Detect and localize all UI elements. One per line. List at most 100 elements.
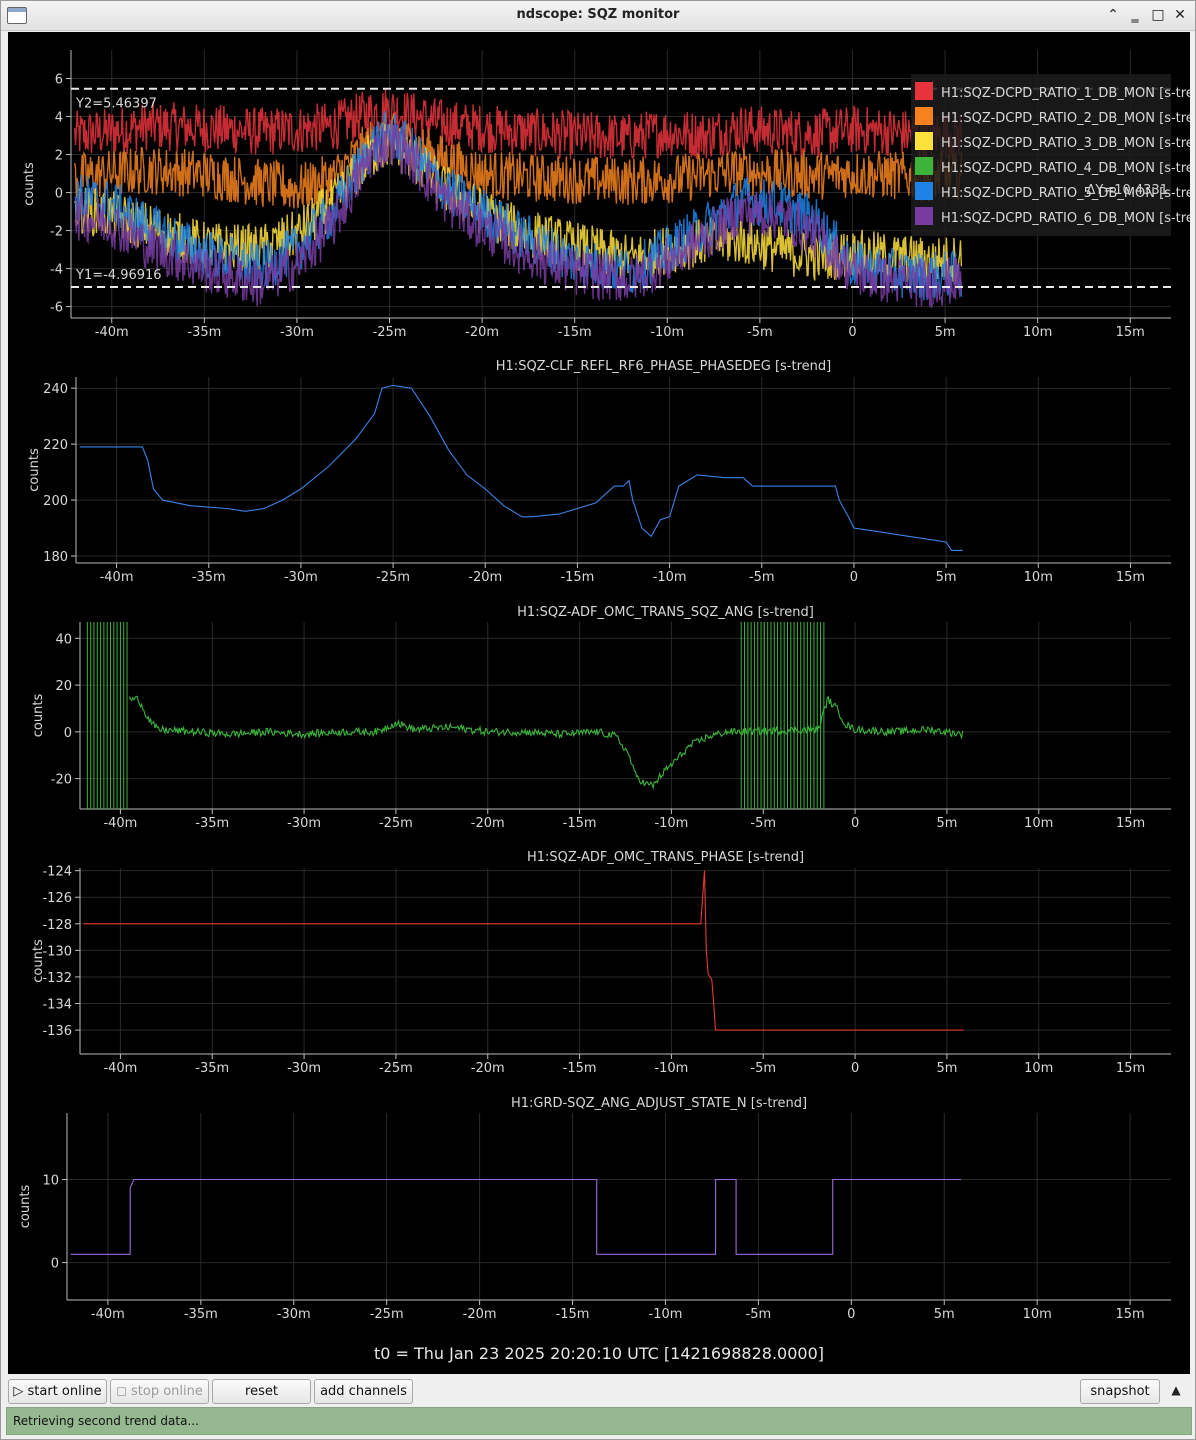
y-tick-label: -130 xyxy=(42,944,72,959)
x-tick-label: 0 xyxy=(850,570,858,585)
y-axis-label: counts xyxy=(31,939,46,983)
y-tick-label: -128 xyxy=(42,918,72,933)
stop-online-button[interactable]: ◻ stop online xyxy=(110,1379,209,1404)
x-tick-label: 10m xyxy=(1023,1307,1052,1322)
x-tick-label: 15m xyxy=(1116,1307,1145,1322)
y-axis-label: counts xyxy=(18,1185,33,1229)
x-tick-label: -40m xyxy=(95,325,129,340)
x-tick-label: -35m xyxy=(184,1307,218,1322)
plots-svg[interactable]: -40m -35m -30m -25m -20m -15m -10m -5m 0 5m 10m 15m… xyxy=(8,32,1196,1374)
x-tick-label: -5m xyxy=(746,1307,772,1322)
x-tick-label: -25m xyxy=(379,1061,413,1076)
y-tick-label: 0 xyxy=(55,187,63,202)
y-tick-label: -124 xyxy=(42,865,72,880)
x-tick-label: -20m xyxy=(471,816,505,831)
title-bar: ndscope: SQZ monitor ⌃ ‗ □ ✕ xyxy=(1,1,1195,31)
x-tick-label: -5m xyxy=(749,570,775,585)
y-tick-label: 2 xyxy=(55,149,63,164)
y-tick-label: -6 xyxy=(50,301,63,316)
y-tick-label: 0 xyxy=(64,726,72,741)
y-tick-label: 220 xyxy=(43,438,68,453)
y-tick-label: -132 xyxy=(42,971,72,986)
x-tick-label: -30m xyxy=(280,325,314,340)
x-tick-label: -35m xyxy=(192,570,226,585)
x-tick-label: 10m xyxy=(1023,325,1052,340)
x-tick-label: -40m xyxy=(103,816,137,831)
y-tick-label: -134 xyxy=(42,998,72,1013)
x-tick-label: -15m xyxy=(563,1061,597,1076)
x-tick-label: 0 xyxy=(848,325,856,340)
shade-button[interactable]: ⌃ xyxy=(1103,5,1123,25)
ndscope-window: ndscope: SQZ monitor ⌃ ‗ □ ✕ -40m -35m -30… xyxy=(0,0,1196,1440)
legend-label: H1:SQZ-DCPD_RATIO_4_DB_MON [s-trend] xyxy=(941,161,1190,176)
legend-label: H1:SQZ-DCPD_RATIO_2_DB_MON [s-trend] xyxy=(941,111,1190,126)
y-tick-label: -2 xyxy=(50,225,63,240)
window-title: ndscope: SQZ monitor xyxy=(516,7,680,22)
plot-title: H1:SQZ-ADF_OMC_TRANS_SQZ_ANG [s-trend] xyxy=(517,605,814,620)
x-tick-label: -10m xyxy=(650,325,684,340)
x-tick-label: 5m xyxy=(936,570,957,585)
x-tick-label: -5m xyxy=(750,1061,776,1076)
series-line xyxy=(70,1178,961,1255)
x-tick-label: -25m xyxy=(376,570,410,585)
y-tick-label: -136 xyxy=(42,1024,72,1039)
y-tick-label: -20 xyxy=(51,773,72,788)
x-tick-label: -15m xyxy=(556,1307,590,1322)
x-tick-label: 15m xyxy=(1116,325,1145,340)
plot-title: H1:GRD-SQZ_ANG_ADJUST_STATE_N [s-trend] xyxy=(511,1096,807,1111)
x-tick-label: -40m xyxy=(103,1061,137,1076)
y-tick-label: 200 xyxy=(43,494,68,509)
x-tick-label: -30m xyxy=(277,1307,311,1322)
x-tick-label: 10m xyxy=(1024,816,1053,831)
y2-cursor-label: Y2=5.46397 xyxy=(75,97,157,112)
y-tick-label: 0 xyxy=(51,1257,59,1272)
close-button[interactable]: ✕ xyxy=(1170,5,1190,25)
x-tick-label: -25m xyxy=(373,325,407,340)
x-tick-label: -5m xyxy=(750,816,776,831)
x-tick-label: 0 xyxy=(851,816,859,831)
x-tick-label: -35m xyxy=(195,1061,229,1076)
plot-area[interactable]: -40m -35m -30m -25m -20m -15m -10m -5m 0 5m 10m 15m… xyxy=(8,32,1196,1374)
y-tick-label: 240 xyxy=(43,382,68,397)
x-tick-label: -15m xyxy=(560,570,594,585)
x-tick-label: -35m xyxy=(195,816,229,831)
x-tick-label: 5m xyxy=(936,1061,957,1076)
x-tick-label: 0 xyxy=(851,1061,859,1076)
x-tick-label: -30m xyxy=(287,1061,321,1076)
y-axis-label: counts xyxy=(31,694,46,738)
minimize-button[interactable]: ‗ xyxy=(1125,5,1145,25)
legend-swatch xyxy=(915,132,933,150)
x-tick-label: -35m xyxy=(187,325,221,340)
t0-label: t0 = Thu Jan 23 2025 20:20:10 UTC [14216… xyxy=(374,1344,824,1363)
y-axis-label: counts xyxy=(27,448,42,492)
x-tick-label: -20m xyxy=(468,570,502,585)
x-tick-label: 5m xyxy=(936,816,957,831)
add-channels-button[interactable]: add channels xyxy=(314,1379,413,1404)
x-tick-label: -40m xyxy=(100,570,134,585)
x-tick-label: 10m xyxy=(1024,570,1053,585)
legend-swatch xyxy=(915,157,933,175)
x-tick-label: -20m xyxy=(465,325,499,340)
snapshot-button[interactable]: snapshot xyxy=(1080,1379,1160,1404)
x-tick-label: 0 xyxy=(847,1307,855,1322)
y-tick-label: 4 xyxy=(55,111,63,126)
legend-label: H1:SQZ-DCPD_RATIO_1_DB_MON [s-trend] xyxy=(941,86,1190,101)
y-tick-label: 10 xyxy=(42,1173,59,1188)
plot-title: H1:SQZ-CLF_REFL_RF6_PHASE_PHASEDEG [s-tr… xyxy=(496,359,831,374)
y-tick-label: -126 xyxy=(42,891,72,906)
reset-button[interactable]: reset xyxy=(212,1379,311,1404)
x-tick-label: 15m xyxy=(1116,570,1145,585)
x-tick-label: -5m xyxy=(747,325,773,340)
x-tick-label: -10m xyxy=(654,1061,688,1076)
plot-title: H1:SQZ-ADF_OMC_TRANS_PHASE [s-trend] xyxy=(527,850,804,865)
legend-label: H1:SQZ-DCPD_RATIO_3_DB_MON [s-trend] xyxy=(941,136,1190,151)
x-tick-label: -25m xyxy=(379,816,413,831)
delta-y-label: ΔY=10.4331 xyxy=(1087,183,1169,198)
series-line xyxy=(129,695,964,790)
y-axis-label: counts xyxy=(22,162,37,206)
x-tick-label: 5m xyxy=(935,325,956,340)
x-tick-label: -10m xyxy=(649,1307,683,1322)
maximize-button[interactable]: □ xyxy=(1148,5,1168,25)
start-online-button[interactable]: ▷ start online xyxy=(8,1379,107,1404)
collapse-controls-icon[interactable]: ▲ xyxy=(1166,1380,1186,1400)
